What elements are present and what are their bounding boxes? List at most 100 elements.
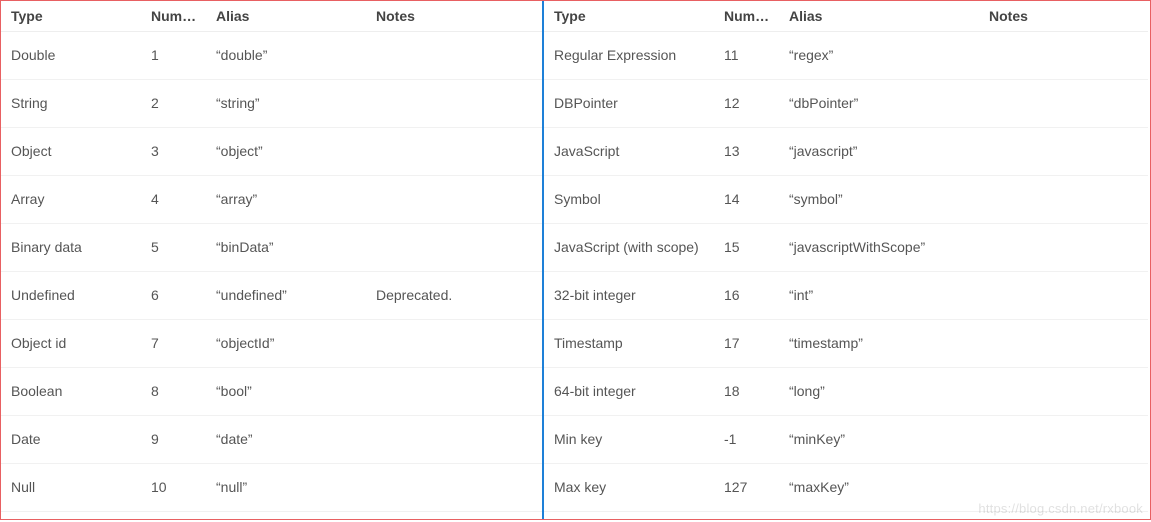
col-header-notes: Notes: [979, 1, 1148, 31]
cell-type: Symbol: [544, 175, 714, 223]
cell-type: JavaScript: [544, 127, 714, 175]
cell-notes: [979, 415, 1148, 463]
cell-type: Array: [1, 175, 141, 223]
cell-number: 15: [714, 223, 779, 271]
table-header-row: Type Number Alias Notes: [544, 1, 1148, 31]
col-header-type: Type: [1, 1, 141, 31]
cell-alias: “null”: [206, 463, 366, 511]
cell-type: 32-bit integer: [544, 271, 714, 319]
cell-type: Max key: [544, 463, 714, 511]
table-row: String 2 “string”: [1, 79, 542, 127]
cell-notes: [979, 127, 1148, 175]
cell-type: JavaScript (with scope): [544, 223, 714, 271]
cell-number: 3: [141, 127, 206, 175]
table-row: Null 10 “null”: [1, 463, 542, 511]
col-header-notes: Notes: [366, 1, 542, 31]
cell-number: 17: [714, 319, 779, 367]
cell-notes: [366, 223, 542, 271]
cell-alias: “objectId”: [206, 319, 366, 367]
cell-number: 6: [141, 271, 206, 319]
left-pane: Type Number Alias Notes Double 1 “double…: [1, 1, 544, 519]
table-row: Symbol 14 “symbol”: [544, 175, 1148, 223]
cell-notes: Deprecated.: [366, 271, 542, 319]
right-pane: Type Number Alias Notes Regular Expressi…: [544, 1, 1148, 519]
cell-number: 13: [714, 127, 779, 175]
cell-alias: “dbPointer”: [779, 79, 979, 127]
table-row: Timestamp 17 “timestamp”: [544, 319, 1148, 367]
cell-type: Undefined: [1, 271, 141, 319]
cell-notes: [979, 79, 1148, 127]
cell-type: Date: [1, 415, 141, 463]
table-row: Boolean 8 “bool”: [1, 367, 542, 415]
table-row: JavaScript 13 “javascript”: [544, 127, 1148, 175]
cell-number: 4: [141, 175, 206, 223]
cell-number: 7: [141, 319, 206, 367]
two-column-table-container: Type Number Alias Notes Double 1 “double…: [0, 0, 1151, 520]
cell-type: Binary data: [1, 223, 141, 271]
cell-type: Boolean: [1, 367, 141, 415]
cell-alias: “symbol”: [779, 175, 979, 223]
cell-notes: [366, 415, 542, 463]
cell-alias: “javascript”: [779, 127, 979, 175]
cell-number: 14: [714, 175, 779, 223]
cell-notes: [366, 367, 542, 415]
cell-alias: “maxKey”: [779, 463, 979, 511]
cell-number: 18: [714, 367, 779, 415]
cell-alias: “regex”: [779, 31, 979, 79]
table-row: Min key -1 “minKey”: [544, 415, 1148, 463]
cell-type: DBPointer: [544, 79, 714, 127]
table-header-row: Type Number Alias Notes: [1, 1, 542, 31]
table-row: Regular Expression 11 “regex”: [544, 31, 1148, 79]
cell-type: 64-bit integer: [544, 367, 714, 415]
table-row: DBPointer 12 “dbPointer”: [544, 79, 1148, 127]
cell-alias: “binData”: [206, 223, 366, 271]
cell-alias: “array”: [206, 175, 366, 223]
cell-notes: [979, 223, 1148, 271]
cell-type: Double: [1, 31, 141, 79]
cell-alias: “int”: [779, 271, 979, 319]
cell-alias: “long”: [779, 367, 979, 415]
cell-alias: “timestamp”: [779, 319, 979, 367]
table-row: Array 4 “array”: [1, 175, 542, 223]
col-header-number: Number: [141, 1, 206, 31]
table-row: Object 3 “object”: [1, 127, 542, 175]
cell-number: -1: [714, 415, 779, 463]
col-header-alias: Alias: [206, 1, 366, 31]
cell-alias: “bool”: [206, 367, 366, 415]
col-header-number: Number: [714, 1, 779, 31]
cell-type: Timestamp: [544, 319, 714, 367]
col-header-alias: Alias: [779, 1, 979, 31]
table-row: Undefined 6 “undefined” Deprecated.: [1, 271, 542, 319]
table-row: Binary data 5 “binData”: [1, 223, 542, 271]
bson-types-table-right: Type Number Alias Notes Regular Expressi…: [544, 1, 1148, 512]
cell-number: 5: [141, 223, 206, 271]
table-row: Date 9 “date”: [1, 415, 542, 463]
cell-notes: [979, 271, 1148, 319]
cell-notes: [979, 319, 1148, 367]
cell-number: 1: [141, 31, 206, 79]
cell-type: Object: [1, 127, 141, 175]
cell-number: 8: [141, 367, 206, 415]
col-header-type: Type: [544, 1, 714, 31]
cell-alias: “object”: [206, 127, 366, 175]
cell-alias: “date”: [206, 415, 366, 463]
cell-number: 10: [141, 463, 206, 511]
cell-notes: [979, 175, 1148, 223]
cell-number: 127: [714, 463, 779, 511]
table-row: Object id 7 “objectId”: [1, 319, 542, 367]
cell-type: Object id: [1, 319, 141, 367]
cell-notes: [366, 319, 542, 367]
cell-notes: [366, 463, 542, 511]
cell-notes: [979, 31, 1148, 79]
table-row: 64-bit integer 18 “long”: [544, 367, 1148, 415]
table-row: Double 1 “double”: [1, 31, 542, 79]
cell-notes: [979, 463, 1148, 511]
cell-notes: [366, 31, 542, 79]
table-row: JavaScript (with scope) 15 “javascriptWi…: [544, 223, 1148, 271]
cell-notes: [366, 79, 542, 127]
cell-type: Regular Expression: [544, 31, 714, 79]
cell-type: Min key: [544, 415, 714, 463]
table-row: Max key 127 “maxKey”: [544, 463, 1148, 511]
cell-number: 9: [141, 415, 206, 463]
cell-number: 12: [714, 79, 779, 127]
